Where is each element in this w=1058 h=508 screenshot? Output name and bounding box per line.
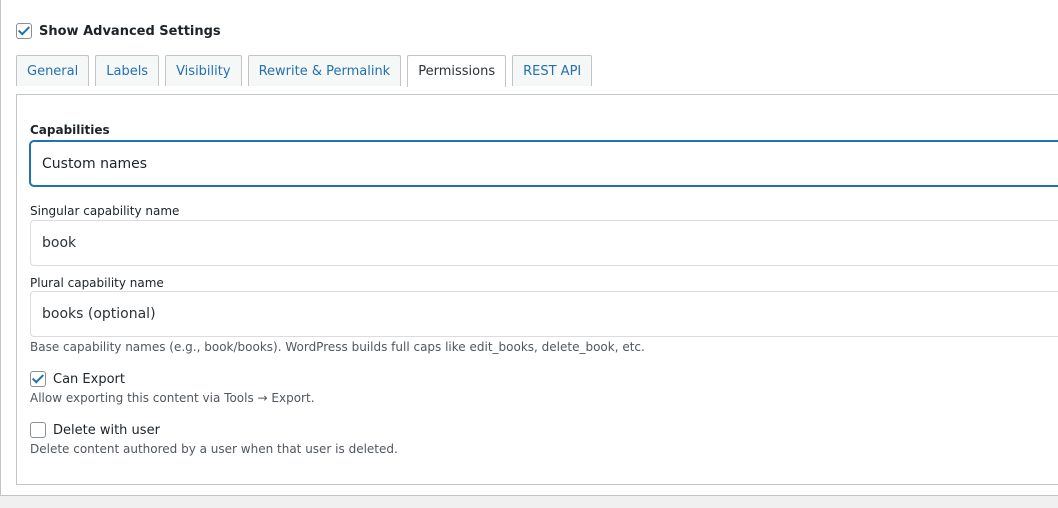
tab-rewrite-permalink[interactable]: Rewrite & Permalink	[247, 55, 402, 86]
show-advanced-settings-checkbox[interactable]	[16, 23, 32, 39]
singular-capability-input[interactable]: book	[30, 220, 1058, 266]
tab-general[interactable]: General	[16, 55, 90, 86]
singular-capability-label: Singular capability name	[30, 204, 180, 218]
delete-with-user-label: Delete with user	[53, 422, 160, 438]
plural-capability-input[interactable]: books (optional)	[30, 291, 1058, 337]
show-advanced-settings-row[interactable]: Show Advanced Settings	[16, 23, 221, 39]
capabilities-description: Base capability names (e.g., book/books)…	[30, 340, 645, 354]
can-export-checkbox[interactable]	[30, 371, 46, 387]
capabilities-select[interactable]: Custom names	[30, 141, 1058, 186]
can-export-description: Allow exporting this content via Tools →…	[30, 391, 315, 405]
plural-capability-label: Plural capability name	[30, 276, 164, 290]
settings-panel: Show Advanced Settings General Labels Vi…	[0, 0, 1058, 496]
permissions-tab-content: Capabilities Custom names Singular capab…	[16, 94, 1058, 485]
delete-with-user-description: Delete content authored by a user when t…	[30, 442, 398, 456]
delete-with-user-row[interactable]: Delete with user	[30, 422, 160, 438]
show-advanced-settings-label: Show Advanced Settings	[39, 23, 221, 39]
tab-permissions[interactable]: Permissions	[407, 55, 507, 87]
delete-with-user-checkbox[interactable]	[30, 422, 46, 438]
tab-visibility[interactable]: Visibility	[165, 55, 242, 86]
capabilities-label: Capabilities	[30, 123, 110, 137]
tab-labels[interactable]: Labels	[95, 55, 160, 86]
settings-tabs: General Labels Visibility Rewrite & Perm…	[16, 55, 598, 87]
can-export-row[interactable]: Can Export	[30, 371, 125, 387]
tab-rest-api[interactable]: REST API	[512, 55, 593, 86]
can-export-label: Can Export	[53, 371, 125, 387]
